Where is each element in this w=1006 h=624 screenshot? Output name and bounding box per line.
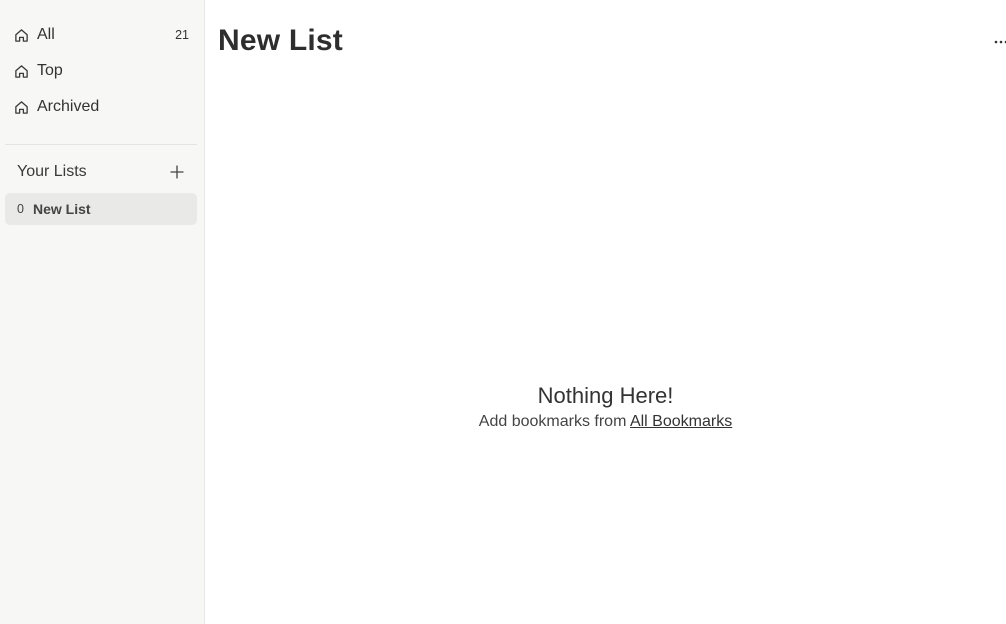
- empty-state-subtext: Add bookmarks from All Bookmarks: [205, 411, 1006, 433]
- lists-header: Your Lists: [5, 156, 197, 188]
- list-item-label: New List: [33, 201, 91, 217]
- plus-icon: [170, 165, 184, 179]
- sidebar-item-archived[interactable]: Archived: [5, 91, 197, 123]
- more-horizontal-icon: [994, 40, 1006, 44]
- list-item-count: 0: [17, 202, 24, 216]
- page-title: New List: [218, 24, 343, 57]
- sidebar-list-new-list[interactable]: 0 New List: [5, 193, 197, 225]
- empty-state: Nothing Here! Add bookmarks from All Boo…: [205, 382, 1006, 433]
- sidebar-item-label: All: [37, 26, 55, 43]
- sidebar-item-top[interactable]: Top: [5, 55, 197, 87]
- main-content: New List Nothing Here! Add bookmarks fro…: [205, 0, 1006, 624]
- sidebar-item-label: Archived: [37, 98, 100, 115]
- app-window: All 21 Top Archived Your Lists 0 New Lis…: [0, 0, 1006, 624]
- sidebar-item-count: 21: [175, 28, 189, 42]
- sidebar-divider: [5, 144, 197, 145]
- add-list-button[interactable]: [163, 158, 191, 186]
- all-bookmarks-link[interactable]: All Bookmarks: [630, 413, 732, 430]
- sidebar-item-label: Top: [37, 62, 63, 79]
- home-icon: [13, 63, 29, 79]
- home-icon: [13, 27, 29, 43]
- sidebar: All 21 Top Archived Your Lists 0 New Lis…: [0, 0, 205, 624]
- empty-state-subtext-label: Add bookmarks from: [478, 413, 627, 430]
- lists-header-title: Your Lists: [17, 163, 87, 180]
- more-options-button[interactable]: [992, 30, 1006, 54]
- sidebar-item-all[interactable]: All 21: [5, 19, 197, 51]
- home-icon: [13, 99, 29, 115]
- empty-state-heading: Nothing Here!: [537, 383, 674, 408]
